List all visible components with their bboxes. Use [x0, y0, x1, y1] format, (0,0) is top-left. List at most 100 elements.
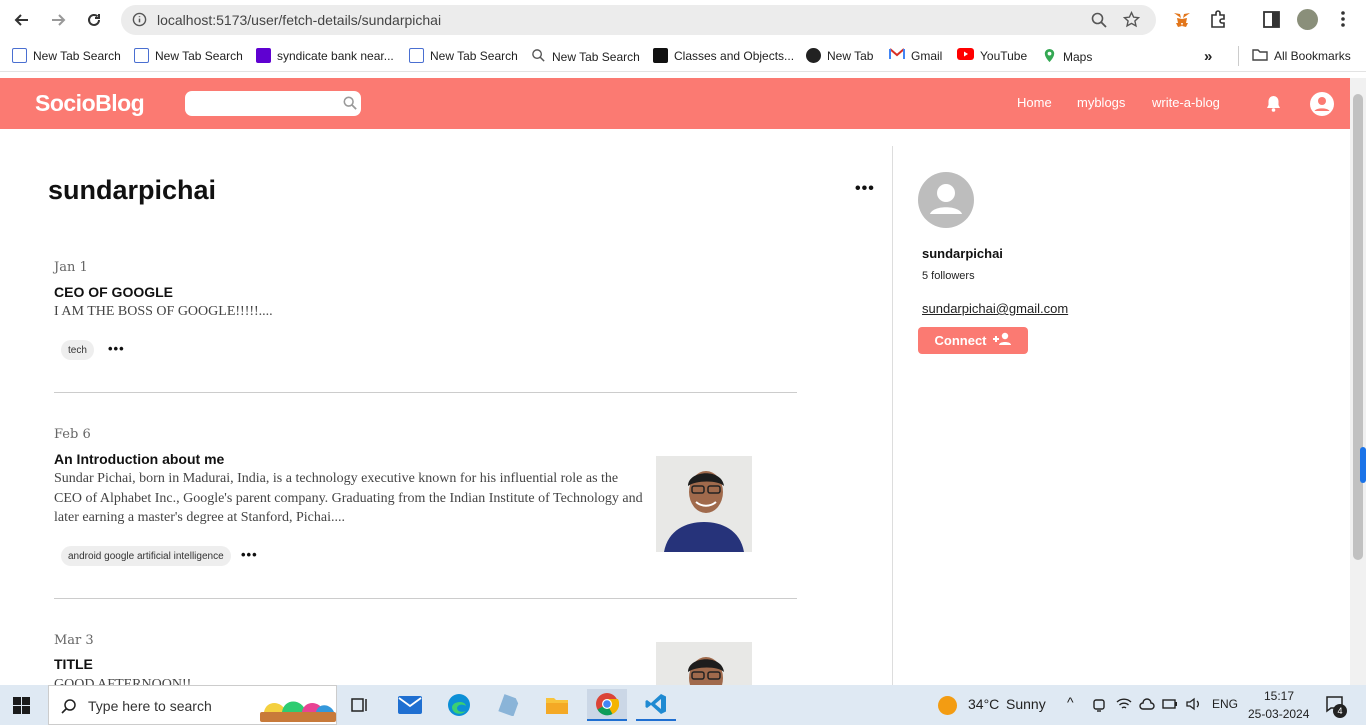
app-logo[interactable]: SocioBlog [35, 90, 145, 117]
profile-avatar[interactable] [1297, 9, 1318, 30]
post-options-icon[interactable]: ••• [108, 341, 125, 356]
page-title: sundarpichai [48, 175, 217, 205]
reload-button[interactable] [79, 5, 109, 35]
page-scrollbar[interactable] [1350, 78, 1366, 685]
language-indicator[interactable]: ENG [1212, 697, 1238, 711]
search-icon [61, 698, 77, 719]
search-icon[interactable] [343, 96, 357, 115]
extensions-icon[interactable] [1209, 10, 1227, 33]
post-title[interactable]: TITLE [54, 656, 93, 672]
bookmark-label: New Tab [827, 48, 874, 63]
search-icon [531, 48, 546, 66]
bookmark-label: New Tab Search [33, 48, 121, 63]
bookmark-item[interactable]: New Tab Search [12, 48, 121, 63]
bookmark-star-icon[interactable] [1122, 10, 1141, 33]
chrome-app-icon[interactable] [587, 689, 627, 721]
bookmark-label: Gmail [911, 48, 943, 63]
connect-label: Connect [934, 333, 987, 348]
post-title[interactable]: An Introduction about me [54, 451, 224, 467]
bookmark-item[interactable]: syndicate bank near... [256, 48, 394, 63]
bell-icon[interactable] [1266, 95, 1281, 117]
followers-count: 5 followers [922, 270, 975, 282]
battery-icon[interactable] [1162, 697, 1178, 715]
user-email-link[interactable]: sundarpichai@gmail.com [922, 301, 1068, 316]
sun-weather-icon[interactable] [938, 696, 957, 715]
notepad-app-icon[interactable] [488, 689, 528, 721]
user-avatar [918, 172, 974, 228]
taskbar-search[interactable]: Type here to search [48, 685, 337, 725]
post-date: Mar 3 [54, 633, 94, 648]
post-date: Feb 6 [54, 427, 91, 442]
windows-start-icon[interactable] [13, 697, 30, 719]
bookmark-label: New Tab Search [552, 50, 640, 64]
bookmark-label: Maps [1063, 50, 1093, 64]
portrait-image [656, 642, 752, 685]
bookmark-item[interactable]: YouTube [957, 48, 1027, 63]
post-thumbnail[interactable] [656, 642, 752, 685]
post-thumbnail[interactable] [656, 456, 752, 552]
gfg-icon [653, 48, 668, 63]
portrait-image [656, 456, 752, 552]
volume-icon[interactable] [1186, 697, 1202, 716]
post-excerpt[interactable]: Sundar Pichai, born in Madurai, India, i… [54, 469, 649, 528]
nav-home[interactable]: Home [1017, 95, 1052, 110]
bookmark-label: New Tab Search [155, 48, 243, 63]
connect-button[interactable]: Connect [918, 327, 1028, 354]
edge-app-icon[interactable] [439, 689, 479, 721]
side-panel-icon[interactable] [1263, 11, 1280, 33]
scrollbar-thumb[interactable] [1353, 94, 1363, 560]
metamask-extension-icon[interactable] [1172, 10, 1192, 35]
address-bar[interactable]: localhost:5173/user/fetch-details/sundar… [121, 5, 1156, 35]
post-date: Jan 1 [54, 260, 88, 275]
bookmark-item[interactable]: New Tab Search [134, 48, 243, 63]
tray-expand-icon[interactable]: ^ [1067, 694, 1074, 710]
bookmark-label: YouTube [980, 48, 1028, 63]
all-bookmarks-button[interactable]: All Bookmarks [1252, 48, 1351, 64]
add-person-icon [992, 332, 1012, 349]
yahoo-icon [256, 48, 271, 63]
nav-write-a-blog[interactable]: write-a-blog [1152, 95, 1220, 110]
url-text: localhost:5173/user/fetch-details/sundar… [157, 12, 442, 28]
clock-date[interactable]: 25-03-2024 [1248, 707, 1309, 721]
bookmark-item[interactable]: New Tab [806, 48, 873, 63]
wifi-icon[interactable] [1116, 697, 1132, 716]
post-title[interactable]: CEO OF GOOGLE [54, 284, 173, 300]
site-info-icon[interactable] [132, 12, 147, 32]
vscode-app-icon[interactable] [636, 689, 676, 721]
post-tag[interactable]: tech [61, 340, 94, 360]
post-tag[interactable]: android google artificial intelligence [61, 546, 231, 566]
profile-options-icon[interactable]: ••• [855, 180, 875, 198]
sidebar-username: sundarpichai [922, 246, 1003, 261]
cloud-icon[interactable] [1139, 697, 1155, 715]
account-icon[interactable] [1310, 92, 1334, 121]
zoom-icon[interactable] [1091, 12, 1107, 33]
app-header: SocioBlog Home myblogs write-a-blog [0, 78, 1350, 129]
folder-icon [1252, 48, 1268, 64]
browser-menu-icon[interactable] [1337, 9, 1349, 34]
nav-myblogs[interactable]: myblogs [1077, 95, 1125, 110]
search-input[interactable] [185, 91, 361, 116]
side-indicator [1360, 447, 1366, 483]
bookmark-item[interactable]: New Tab Search [531, 48, 640, 66]
back-button[interactable] [7, 5, 37, 35]
taskbar-search-placeholder: Type here to search [88, 698, 212, 714]
post-excerpt[interactable]: I AM THE BOSS OF GOOGLE!!!!!.... [54, 302, 644, 322]
meet-now-icon[interactable] [1092, 697, 1106, 718]
more-bookmarks-icon[interactable]: » [1204, 48, 1212, 65]
file-explorer-icon[interactable] [537, 689, 577, 721]
youtube-icon [957, 48, 974, 63]
bookmark-item[interactable]: New Tab Search [409, 48, 518, 63]
bookmark-label: Classes and Objects... [674, 48, 795, 63]
temperature[interactable]: 34°C [968, 696, 999, 712]
bookmark-label: New Tab Search [430, 48, 518, 63]
bookmark-item[interactable]: Maps [1042, 48, 1092, 66]
mail-app-icon[interactable] [390, 689, 430, 721]
weather-condition[interactable]: Sunny [1006, 696, 1046, 712]
bookmark-item[interactable]: Gmail [889, 48, 942, 63]
clock-time[interactable]: 15:17 [1264, 689, 1294, 703]
bookmark-item[interactable]: Classes and Objects... [653, 48, 794, 63]
post-options-icon[interactable]: ••• [241, 547, 258, 562]
task-view-icon[interactable] [340, 689, 380, 721]
forward-button[interactable] [43, 5, 73, 35]
post-divider [54, 392, 797, 393]
